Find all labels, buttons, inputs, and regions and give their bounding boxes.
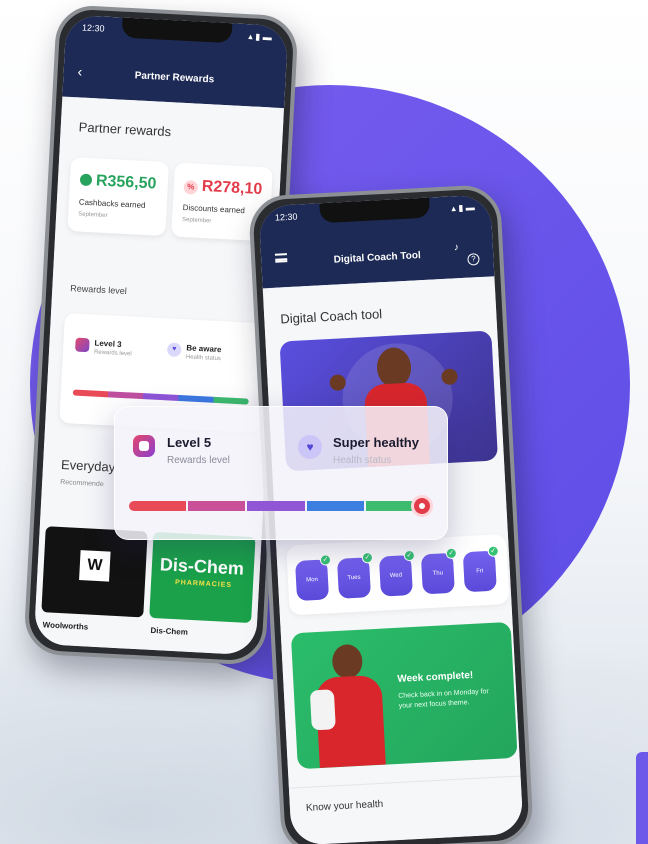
level-progress-bar: [72, 389, 249, 405]
level-badge-icon: [75, 337, 90, 353]
day-wed[interactable]: Wed ✓: [378, 549, 416, 597]
overlay-level-label: Level 5: [167, 435, 212, 450]
signal-icon: ▴ ▮ ▬: [248, 30, 273, 42]
dischem-tile[interactable]: Dis-Chem PHARMACIES: [149, 531, 256, 624]
status-time: 12:30: [81, 22, 105, 34]
progress-segment-3: [247, 501, 305, 511]
level-progress-bar: [129, 501, 425, 511]
everyday-heading: Everyday: [60, 456, 116, 475]
cashback-value: R356,50: [95, 172, 157, 193]
overlay-health-label: Super healthy: [333, 435, 419, 450]
section-title: Digital Coach tool: [279, 306, 383, 327]
woolworths-logo: W: [79, 550, 111, 582]
progress-segment-2: [188, 501, 246, 511]
divider: [288, 775, 521, 789]
discount-period: September: [181, 216, 212, 225]
week-complete-card[interactable]: Week complete! Check back in on Monday f…: [290, 621, 518, 770]
content-area: Partner rewards R356,50 Cashbacks earned…: [33, 96, 285, 656]
day-label: Wed: [389, 572, 403, 580]
day-label: Thu: [432, 570, 444, 577]
progress-segment-1: [129, 501, 187, 511]
corner-card: [636, 752, 648, 844]
section-title: Partner rewards: [78, 119, 172, 140]
discount-label: Discounts earned: [182, 202, 246, 216]
dischem-logo-sub: PHARMACIES: [174, 579, 233, 590]
day-tues[interactable]: Tues ✓: [336, 552, 374, 599]
nav-bar: 12:30 ▴ ▮ ▬ ‹ Partner Rewards: [62, 14, 289, 109]
athlete-fist-right: [441, 368, 458, 386]
level-sub: Rewards level: [93, 349, 132, 358]
cashback-icon: [79, 173, 93, 187]
day-thu[interactable]: Thu ✓: [420, 547, 458, 595]
nav-bar: 12:30 ▴ ▮ ▬ Digital Coach Tool ♪ ?: [258, 194, 495, 289]
level-progress-knob[interactable]: [411, 495, 433, 517]
overlay-level-sub: Rewards level: [167, 455, 230, 466]
signal-icon: ▴ ▮ ▬: [451, 201, 475, 213]
health-sub: Health status: [185, 354, 222, 363]
check-icon: ✓: [361, 552, 374, 564]
check-icon: ✓: [445, 547, 458, 560]
overlay-health-sub: Health status: [333, 455, 392, 466]
nav-title: Partner Rewards: [134, 70, 215, 86]
know-your-health-heading: Know your health: [305, 798, 384, 814]
dischem-name: Dis-Chem: [150, 625, 189, 637]
cashback-value-row: R356,50: [79, 172, 157, 194]
help-icon[interactable]: ?: [467, 253, 480, 266]
week-complete-title: Week complete!: [397, 669, 474, 685]
dischem-logo: Dis-Chem: [159, 554, 245, 579]
bell-icon[interactable]: ♪: [454, 242, 460, 253]
phone-screen: 12:30 ▴ ▮ ▬ ‹ Partner Rewards Partner re…: [33, 14, 289, 656]
level-badge-icon: [133, 435, 155, 457]
percent-icon: %: [183, 179, 199, 195]
health-label: Be aware: [186, 343, 222, 355]
runner-towel: [309, 689, 336, 731]
woolworths-name: Woolworths: [42, 620, 89, 632]
discount-value-row: % R278,10: [183, 177, 263, 199]
heart-icon: ♥: [166, 342, 182, 358]
week-complete-text: Check back in on Monday for your next fo…: [398, 688, 489, 710]
check-icon: ✓: [403, 549, 416, 562]
day-mon[interactable]: Mon ✓: [295, 554, 332, 602]
content-area: Digital Coach tool Mon ✓ Tues ✓ Wed ✓ Thu ✓ …: [262, 276, 524, 844]
runner-head: [331, 643, 364, 680]
rewards-level-heading: Rewards level: [70, 283, 128, 297]
level-item: Level 3 Rewards level: [75, 337, 132, 358]
check-icon: ✓: [487, 545, 500, 557]
status-time: 12:30: [274, 211, 298, 223]
day-label: Tues: [347, 574, 361, 582]
check-icon: ✓: [319, 554, 332, 566]
health-item: ♥ Be aware Health status: [166, 342, 222, 363]
level-label: Level 3: [94, 338, 122, 349]
heart-icon: ♥: [298, 435, 322, 459]
recommended-label: Recommende: [59, 478, 104, 489]
rewards-level-overlay-card[interactable]: Level 5 Rewards level ♥ Super healthy He…: [114, 406, 448, 540]
day-label: Fri: [476, 568, 484, 575]
day-label: Mon: [306, 576, 319, 584]
discount-value: R278,10: [201, 177, 263, 199]
progress-segment-4: [306, 501, 364, 511]
cashback-card[interactable]: R356,50 Cashbacks earned September: [67, 157, 170, 237]
cashback-period: September: [78, 211, 108, 220]
cashback-label: Cashbacks earned: [78, 197, 146, 211]
day-fri[interactable]: Fri ✓: [462, 545, 500, 593]
weekday-tracker: Mon ✓ Tues ✓ Wed ✓ Thu ✓ Fri ✓: [286, 534, 510, 616]
